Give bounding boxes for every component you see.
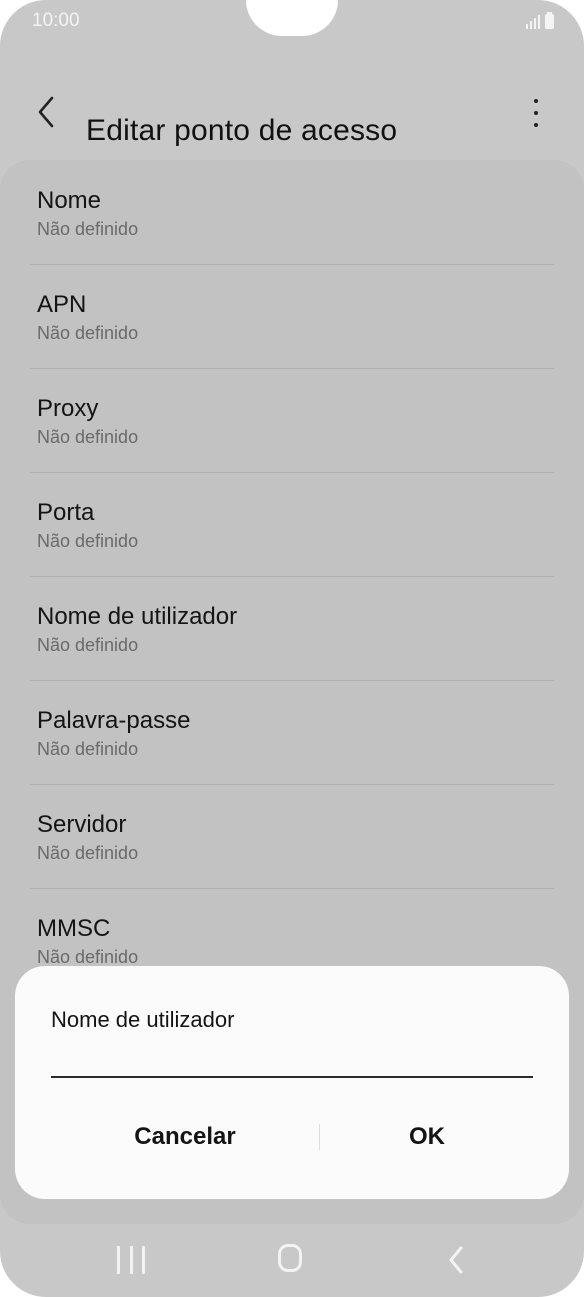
item-value: Não definido [37,531,139,551]
settings-item-servidor[interactable]: Servidor Não definido [0,784,584,888]
settings-item-apn[interactable]: APN Não definido [0,264,584,368]
item-value: Não definido [37,427,139,447]
item-value: Não definido [37,843,139,863]
settings-item-nome[interactable]: Nome Não definido [0,160,584,264]
status-bar: 10:00 [0,0,584,42]
item-title: Palavra-passe [37,707,191,734]
ok-button[interactable]: OK [321,1112,533,1162]
navigation-bar [0,1224,584,1297]
settings-item-proxy[interactable]: Proxy Não definido [0,368,584,472]
status-icons [526,11,554,29]
dialog-divider [319,1124,320,1150]
settings-list: Nome Não definido APN Não definido Proxy… [0,160,584,992]
item-title: Nome [37,187,102,214]
item-title: APN [37,291,87,318]
phone-screen: 10:00 Editar ponto de acesso Nome Não de… [0,0,584,1297]
item-value: Não definido [37,739,139,759]
item-title: Porta [37,499,95,526]
page-title: Editar ponto de acesso [86,114,398,148]
dialog-title: Nome de utilizador [51,1007,235,1032]
recents-icon[interactable] [117,1246,145,1274]
item-title: Nome de utilizador [37,603,238,630]
item-value: Não definido [37,323,139,343]
back-button[interactable] [28,92,68,132]
more-vertical-icon [534,99,538,103]
home-icon[interactable] [278,1244,302,1272]
item-title: MMSC [37,915,111,942]
more-options-button[interactable] [524,96,548,130]
item-title: Servidor [37,811,127,838]
status-time: 10:00 [32,10,80,31]
username-input[interactable] [51,1040,533,1078]
app-header: Editar ponto de acesso [0,78,584,148]
cancel-button[interactable]: Cancelar [47,1112,323,1162]
item-value: Não definido [37,219,139,239]
battery-icon [545,12,554,29]
chevron-left-icon [38,96,54,128]
signal-icon [526,13,540,29]
settings-item-porta[interactable]: Porta Não definido [0,472,584,576]
username-dialog: Nome de utilizador Cancelar OK [15,966,569,1199]
item-value: Não definido [37,635,139,655]
camera-notch [246,0,338,36]
item-title: Proxy [37,395,99,422]
back-icon[interactable] [444,1244,468,1276]
dialog-actions: Cancelar OK [15,1112,569,1162]
settings-item-palavra-passe[interactable]: Palavra-passe Não definido [0,680,584,784]
settings-item-nome-de-utilizador[interactable]: Nome de utilizador Não definido [0,576,584,680]
